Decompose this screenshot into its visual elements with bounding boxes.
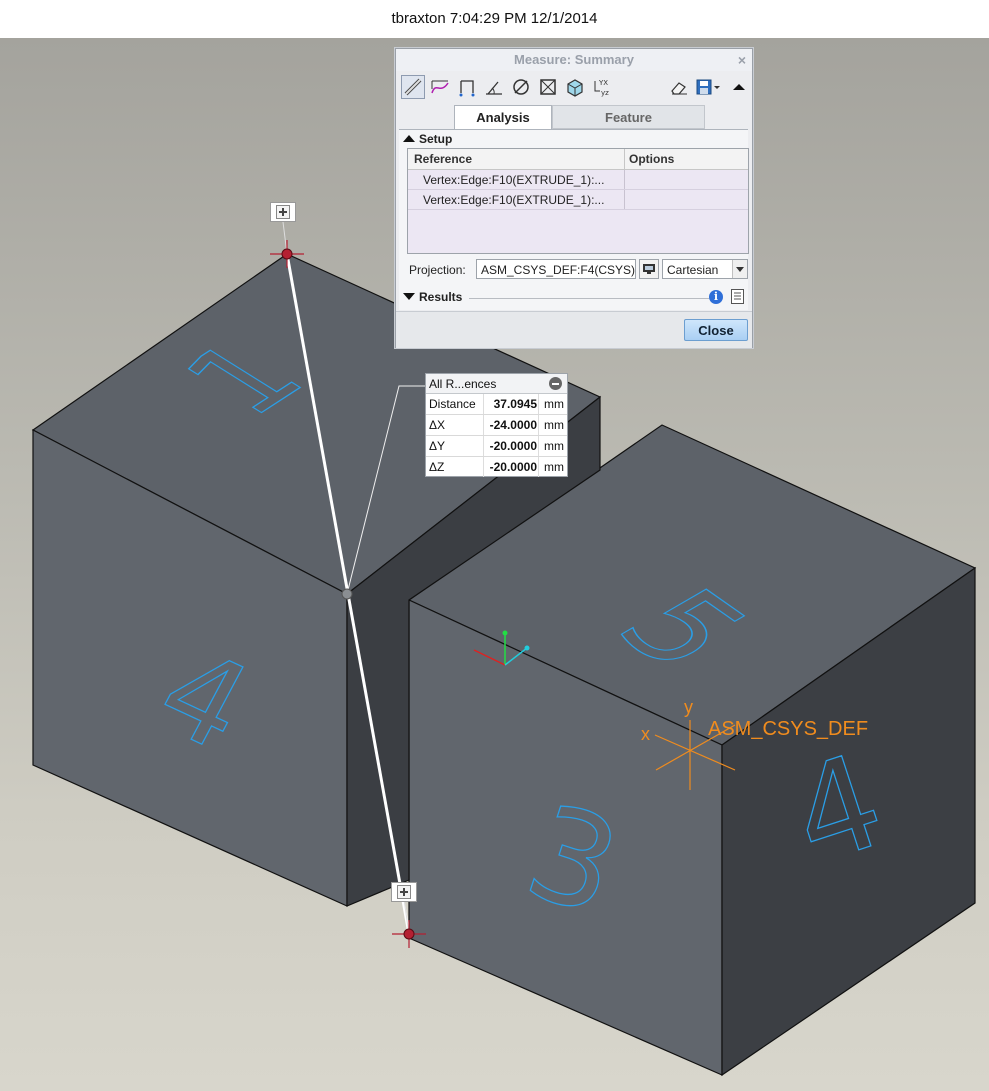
column-header-options[interactable]: Options bbox=[629, 152, 674, 166]
dialog-footer: Close bbox=[396, 311, 752, 348]
row-label: ΔY bbox=[429, 439, 446, 453]
table-row[interactable]: Vertex:Edge:F10(EXTRUDE_1):... bbox=[408, 190, 748, 210]
window-caption: tbraxton 7:04:29 PM 12/1/2014 bbox=[0, 0, 989, 38]
plus-icon[interactable] bbox=[397, 885, 411, 899]
plus-icon[interactable] bbox=[276, 205, 290, 219]
reference-expand-bottom[interactable] bbox=[391, 882, 417, 902]
row-label: Distance bbox=[429, 397, 476, 411]
measurement-callout[interactable]: All R...ences Distance 37.0945 mm ΔX -24.00… bbox=[425, 373, 568, 477]
expand-arrow-icon bbox=[403, 293, 415, 300]
eraser-icon[interactable] bbox=[667, 75, 691, 99]
tab-feature[interactable]: Feature bbox=[552, 105, 705, 129]
row-label: ΔZ bbox=[429, 460, 445, 474]
projection-mode-value: Cartesian bbox=[667, 263, 719, 277]
results-divider bbox=[469, 298, 709, 299]
callout-row-dx: ΔX -24.0000 mm bbox=[426, 415, 567, 436]
callout-row-distance: Distance 37.0945 mm bbox=[426, 394, 567, 415]
row-value: -24.0000 bbox=[489, 418, 537, 432]
projection-label: Projection: bbox=[409, 263, 466, 277]
collapse-toolbar-icon[interactable] bbox=[727, 75, 751, 99]
length-icon[interactable] bbox=[401, 75, 425, 99]
row-value: -20.0000 bbox=[489, 460, 537, 474]
dialog-tabs: Analysis Feature bbox=[399, 105, 749, 129]
svg-text:yz: yz bbox=[601, 89, 609, 97]
row-label: ΔX bbox=[429, 418, 446, 432]
close-icon[interactable]: × bbox=[738, 49, 746, 71]
results-label: Results bbox=[419, 290, 463, 304]
csys-axis-x-label: x bbox=[641, 724, 650, 744]
transform-icon[interactable]: YX yz bbox=[590, 75, 614, 99]
table-row[interactable]: Vertex:Edge:F10(EXTRUDE_1):... bbox=[408, 170, 748, 190]
callout-row-dz: ΔZ -20.0000 mm bbox=[426, 457, 567, 477]
caption-text: tbraxton 7:04:29 PM 12/1/2014 bbox=[391, 10, 598, 27]
reference-cell: Vertex:Edge:F10(EXTRUDE_1):... bbox=[423, 173, 605, 187]
dialog-titlebar[interactable]: Measure: Summary × bbox=[396, 49, 752, 71]
dialog-title: Measure: Summary bbox=[514, 52, 634, 67]
measure-dialog[interactable]: Measure: Summary × YX yz Analysis Featur… bbox=[395, 48, 753, 348]
measure-midpoint-marker[interactable] bbox=[341, 588, 353, 600]
tab-label: Analysis bbox=[476, 110, 530, 125]
csys-label: ASM_CSYS_DEF bbox=[708, 718, 869, 740]
column-header-reference[interactable]: Reference bbox=[414, 152, 472, 166]
setup-label: Setup bbox=[419, 132, 453, 146]
callout-row-dy: ΔY -20.0000 mm bbox=[426, 436, 567, 457]
tab-analysis[interactable]: Analysis bbox=[454, 105, 552, 129]
close-button[interactable]: Close bbox=[684, 319, 748, 341]
collapse-icon[interactable] bbox=[549, 377, 562, 390]
measure-toolbar: YX yz bbox=[399, 74, 748, 101]
results-section-toggle[interactable]: Results bbox=[403, 290, 462, 304]
distance-icon[interactable] bbox=[428, 75, 452, 99]
angle-icon[interactable] bbox=[455, 75, 479, 99]
reference-cell: Vertex:Edge:F10(EXTRUDE_1):... bbox=[423, 193, 605, 207]
details-list-icon[interactable] bbox=[731, 289, 744, 304]
chevron-down-icon[interactable] bbox=[732, 260, 747, 278]
area-icon[interactable] bbox=[536, 75, 560, 99]
radius-icon[interactable] bbox=[482, 75, 506, 99]
projection-mode-select[interactable]: Cartesian bbox=[662, 259, 748, 279]
row-unit: mm bbox=[544, 460, 564, 474]
row-unit: mm bbox=[544, 397, 564, 411]
callout-title: All R...ences bbox=[429, 377, 497, 391]
row-unit: mm bbox=[544, 418, 564, 432]
analysis-panel: Setup Reference Options Vertex:Edge:F10(… bbox=[399, 129, 749, 310]
tab-label: Feature bbox=[605, 110, 652, 125]
info-icon[interactable]: i bbox=[709, 290, 723, 304]
volume-icon[interactable] bbox=[563, 75, 587, 99]
callout-header: All R...ences bbox=[426, 374, 567, 394]
row-value: -20.0000 bbox=[489, 439, 537, 453]
reference-expand-top[interactable] bbox=[270, 202, 296, 222]
svg-text:YX: YX bbox=[598, 79, 608, 87]
reference-table-header: Reference Options bbox=[408, 149, 748, 170]
reference-table[interactable]: Reference Options Vertex:Edge:F10(EXTRUD… bbox=[407, 148, 749, 254]
csys-axis-y-label: y bbox=[684, 697, 693, 717]
diameter-icon[interactable] bbox=[509, 75, 533, 99]
save-icon[interactable] bbox=[694, 75, 722, 99]
row-value: 37.0945 bbox=[493, 397, 537, 411]
projection-reference-field[interactable]: ASM_CSYS_DEF:F4(CSYS) bbox=[476, 259, 636, 279]
select-view-icon[interactable] bbox=[639, 259, 659, 279]
setup-section-toggle[interactable]: Setup bbox=[403, 132, 452, 146]
row-unit: mm bbox=[544, 439, 564, 453]
collapse-arrow-icon bbox=[403, 135, 415, 142]
